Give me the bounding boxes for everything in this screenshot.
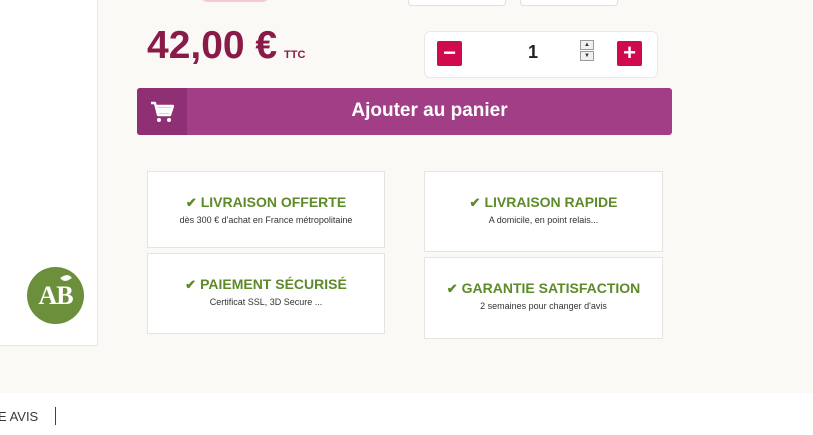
tab-separator: [55, 407, 56, 425]
add-to-cart-button[interactable]: Ajouter au panier: [137, 88, 672, 135]
organic-ab-logo: AB: [27, 267, 84, 324]
plus-icon: +: [623, 40, 636, 65]
check-icon: ✔: [185, 277, 197, 292]
feature-satisfaction-guarantee: ✔ GARANTIE SATISFACTION 2 semaines pour c…: [424, 257, 663, 339]
spin-up-icon[interactable]: ▲: [580, 40, 594, 50]
feature-subtitle: A domicile, en point relais...: [488, 215, 599, 225]
cart-icon-zone: [137, 88, 187, 135]
add-to-cart-label: Ajouter au panier: [351, 100, 508, 121]
decrease-quantity-button[interactable]: −: [437, 41, 462, 66]
feature-subtitle: Certificat SSL, 3D Secure ...: [209, 297, 323, 307]
check-icon: ✔: [446, 281, 458, 296]
option-tab-stub[interactable]: [408, 0, 506, 6]
product-panel: AB 42,00 € TTC − ▲ ▼ + Ajouter au panier…: [0, 0, 813, 393]
feature-title: ✔ LIVRAISON RAPIDE: [469, 194, 618, 210]
price-tax-label: TTC: [284, 49, 306, 61]
logo-text: AB: [38, 281, 73, 310]
feature-subtitle: dès 300 € d'achat en France métropolitai…: [179, 215, 353, 225]
product-image-edge: [200, 0, 270, 2]
cart-icon: [151, 101, 174, 122]
feature-title: ✔ LIVRAISON OFFERTE: [185, 194, 347, 210]
quantity-spinner[interactable]: ▲ ▼: [580, 40, 594, 61]
reviews-tab[interactable]: E AVIS: [0, 409, 38, 424]
feature-subtitle: 2 semaines pour changer d'avis: [480, 301, 607, 311]
quantity-input[interactable]: [522, 40, 544, 64]
option-tab-stub[interactable]: [520, 0, 618, 6]
feature-fast-shipping: ✔ LIVRAISON RAPIDE A domicile, en point r…: [424, 171, 663, 252]
feature-secure-payment: ✔ PAIEMENT SÉCURISÉ Certificat SSL, 3D Se…: [147, 253, 385, 334]
check-icon: ✔: [469, 195, 481, 210]
feature-free-shipping: ✔ LIVRAISON OFFERTE dès 300 € d'achat en …: [147, 171, 385, 248]
feature-title: ✔ GARANTIE SATISFACTION: [446, 280, 641, 296]
product-price: 42,00 €: [147, 24, 278, 67]
minus-icon: −: [443, 40, 456, 65]
check-icon: ✔: [185, 195, 197, 210]
increase-quantity-button[interactable]: +: [617, 41, 642, 66]
feature-title: ✔ PAIEMENT SÉCURISÉ: [185, 276, 347, 292]
spin-down-icon[interactable]: ▼: [580, 51, 594, 61]
